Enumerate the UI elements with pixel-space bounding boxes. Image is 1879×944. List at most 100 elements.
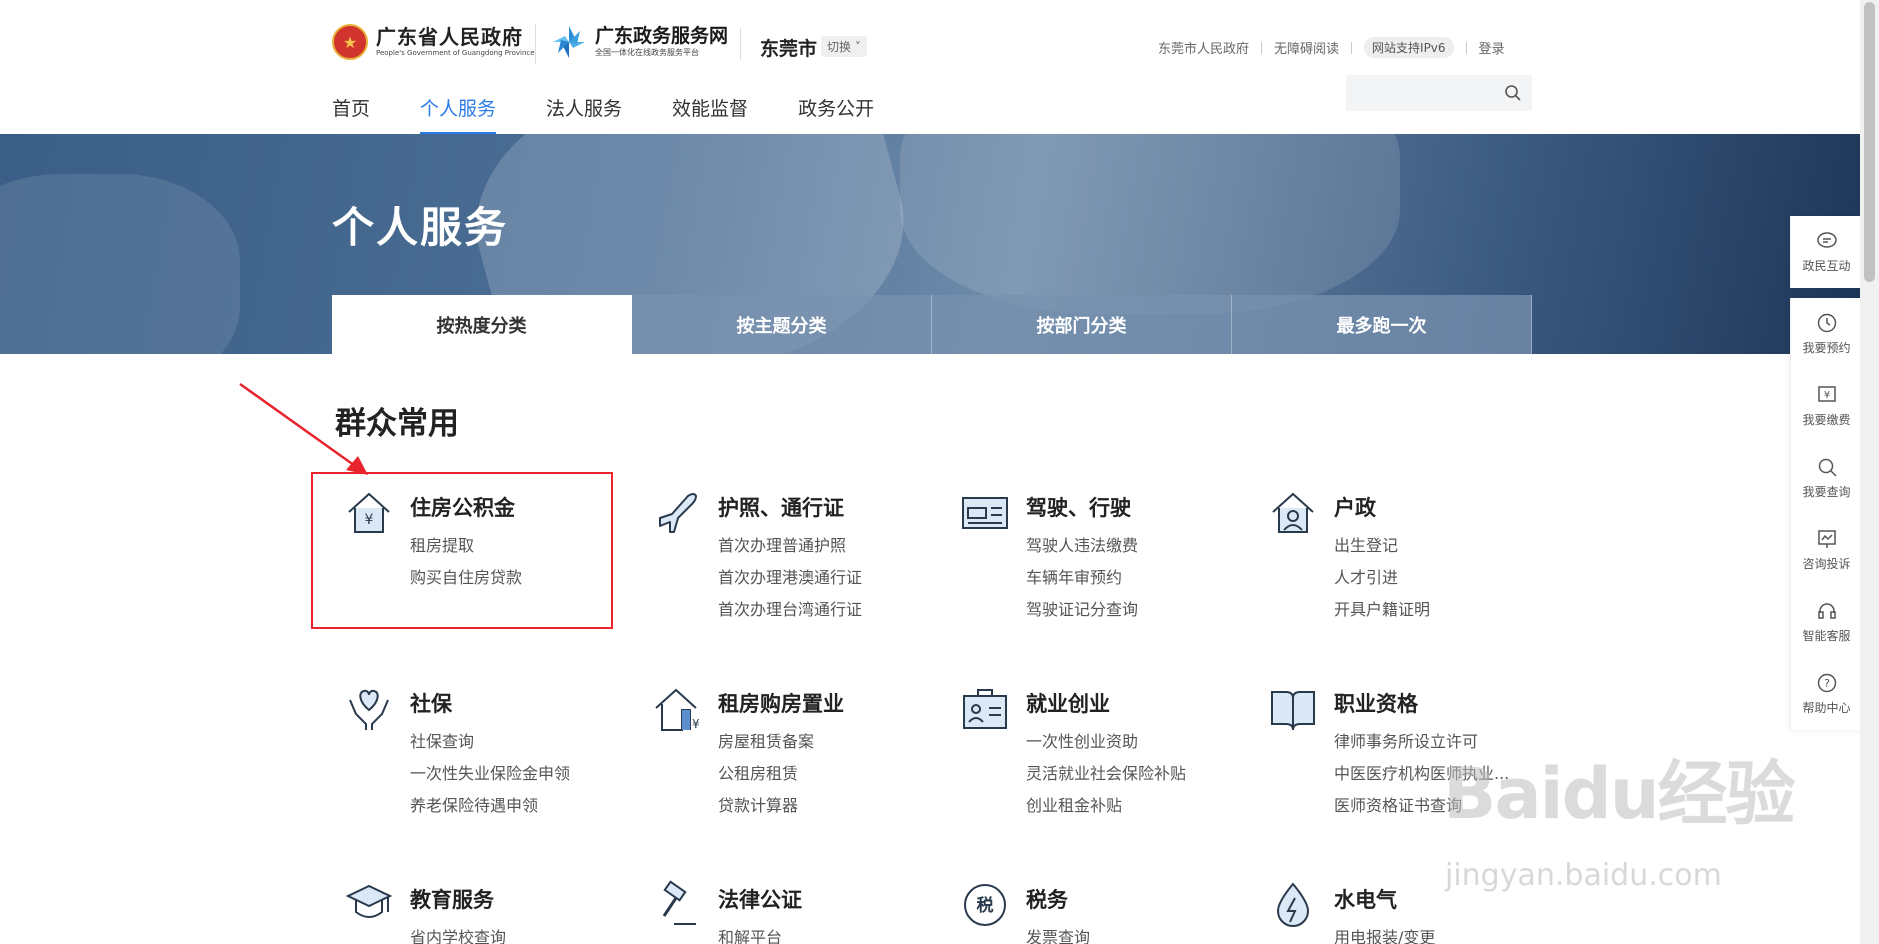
- nav-personal-services[interactable]: 个人服务: [420, 94, 497, 135]
- tab-by-department[interactable]: 按部门分类: [932, 295, 1232, 354]
- service-card-education[interactable]: 教育服务 省内学校查询: [332, 880, 632, 944]
- city-switch-button[interactable]: 切换 ˅: [821, 36, 867, 57]
- baidu-watermark: Baidu经验: [1443, 753, 1796, 835]
- rail-payment[interactable]: ¥ 我要缴费: [1791, 370, 1862, 442]
- floating-sidebar: 政民互动 我要预约 ¥ 我要缴费 我要查询 咨询投诉 智能客服 ? 帮助中心: [1790, 216, 1862, 730]
- car-license-icon: [962, 497, 1008, 529]
- service-link[interactable]: 发票查询: [1026, 924, 1090, 944]
- portal-logo[interactable]: 广东政务服务网 全国一体化在线政务服务平台: [551, 24, 728, 60]
- rail-label: 帮助中心: [1802, 701, 1851, 715]
- portal-subtitle: 全国一体化在线政务服务平台: [595, 48, 699, 57]
- rail-label: 我要缴费: [1802, 413, 1851, 427]
- search-box[interactable]: [1346, 75, 1532, 111]
- gavel-icon: [662, 880, 696, 925]
- hero-banner: 个人服务 按热度分类 按主题分类 按部门分类 最多跑一次: [0, 134, 1860, 354]
- card-title: 水电气: [1334, 888, 1397, 912]
- service-card-tax[interactable]: 税 税务 发票查询: [948, 880, 1248, 944]
- accessible-reading-link[interactable]: 无障碍阅读: [1274, 38, 1339, 57]
- service-link[interactable]: 驾驶人违法缴费: [1026, 532, 1138, 556]
- service-link[interactable]: 灵活就业社会保险补贴: [1026, 760, 1186, 784]
- service-link[interactable]: 房屋租赁备案: [718, 728, 814, 752]
- clock-icon: [1817, 313, 1836, 333]
- scrollbar-thumb[interactable]: [1864, 2, 1875, 282]
- rail-query[interactable]: 我要查询: [1791, 442, 1862, 514]
- chevron-down-icon: ˅: [854, 40, 861, 54]
- service-link[interactable]: 社保查询: [410, 728, 474, 752]
- top-links: 东莞市人民政府 无障碍阅读 网站支持IPv6 登录: [1158, 37, 1505, 58]
- service-link[interactable]: 创业租金补贴: [1026, 792, 1122, 816]
- rail-help[interactable]: ? 帮助中心: [1791, 658, 1862, 730]
- gov-logo[interactable]: ★ 广东省人民政府 People's Government of Guangdo…: [332, 24, 535, 60]
- service-link[interactable]: 开具户籍证明: [1334, 596, 1430, 620]
- rail-label: 咨询投诉: [1802, 557, 1851, 571]
- portal-title: 广东政务服务网: [595, 25, 729, 47]
- card-title: 社保: [410, 692, 452, 716]
- baidu-watermark-url: jingyan.baidu.com: [1445, 858, 1722, 893]
- service-link[interactable]: 一次性创业资助: [1026, 728, 1138, 752]
- house-rent-icon: ¥: [655, 688, 700, 731]
- card-title: 驾驶、行驶: [1026, 496, 1131, 520]
- tab-by-theme[interactable]: 按主题分类: [632, 295, 932, 354]
- open-book-icon: [1271, 691, 1315, 731]
- rail-label: 我要预约: [1802, 341, 1851, 355]
- service-card-housing-rent-buy[interactable]: ¥ 租房购房置业 房屋租赁备案 公租房租赁 贷款计算器: [640, 684, 940, 844]
- login-link[interactable]: 登录: [1479, 38, 1505, 57]
- rail-label: 政民互动: [1802, 259, 1851, 273]
- card-title: 职业资格: [1334, 692, 1418, 716]
- service-link[interactable]: 驾驶证记分查询: [1026, 596, 1138, 620]
- national-emblem-icon: ★: [332, 24, 368, 60]
- service-link[interactable]: 车辆年审预约: [1026, 564, 1122, 588]
- tab-one-trip-max[interactable]: 最多跑一次: [1232, 295, 1532, 354]
- tab-by-popularity[interactable]: 按热度分类: [332, 295, 632, 354]
- banner-decoration: [0, 174, 240, 354]
- gov-logo-subtitle: People's Government of Guangdong Provinc…: [376, 49, 535, 57]
- annotation-arrow: [239, 382, 368, 475]
- heart-hands-icon: [349, 689, 389, 730]
- headset-icon: [1817, 603, 1836, 619]
- service-link[interactable]: 首次办理港澳通行证: [718, 564, 862, 588]
- service-card-employment[interactable]: 就业创业 一次性创业资助 灵活就业社会保险补贴 创业租金补贴: [948, 684, 1248, 844]
- card-title: 教育服务: [410, 888, 494, 912]
- service-link[interactable]: 首次办理台湾通行证: [718, 596, 862, 620]
- rail-smart-service[interactable]: 智能客服: [1791, 586, 1862, 658]
- service-card-social-security[interactable]: 社保 社保查询 一次性失业保险金申领 养老保险待遇申领: [332, 684, 632, 844]
- city-gov-link[interactable]: 东莞市人民政府: [1158, 38, 1249, 57]
- service-link[interactable]: 贷款计算器: [718, 792, 798, 816]
- category-tabs: 按热度分类 按主题分类 按部门分类 最多跑一次: [332, 295, 1532, 354]
- city-divider: [740, 28, 741, 60]
- site-header: ★ 广东省人民政府 People's Government of Guangdo…: [0, 0, 1860, 135]
- service-link[interactable]: 公租房租赁: [718, 760, 798, 784]
- payment-icon: ¥: [1817, 386, 1836, 402]
- nav-corporate-services[interactable]: 法人服务: [546, 94, 622, 135]
- service-link[interactable]: 一次性失业保险金申领: [410, 760, 570, 784]
- rail-appointment[interactable]: 我要预约: [1791, 298, 1862, 370]
- service-link[interactable]: 人才引进: [1334, 564, 1398, 588]
- service-link[interactable]: 用电报装/变更: [1334, 924, 1435, 944]
- water-drop-icon: [1276, 882, 1310, 927]
- service-card-household[interactable]: 户政 出生登记 人才引进 开具户籍证明: [1256, 488, 1556, 648]
- service-link[interactable]: 首次办理普通护照: [718, 532, 846, 556]
- card-title: 租房购房置业: [718, 692, 844, 716]
- service-card-passport[interactable]: 护照、通行证 首次办理普通护照 首次办理港澳通行证 首次办理台湾通行证: [640, 488, 940, 648]
- search-icon: [1818, 458, 1837, 477]
- service-card-legal-notary[interactable]: 法律公证 和解平台: [640, 880, 940, 944]
- service-link[interactable]: 省内学校查询: [410, 924, 506, 944]
- service-card-driving[interactable]: 驾驶、行驶 驾驶人违法缴费 车辆年审预约 驾驶证记分查询: [948, 488, 1248, 648]
- card-title: 税务: [1026, 888, 1068, 912]
- nav-government-affairs[interactable]: 政务公开: [798, 94, 874, 135]
- service-link[interactable]: 和解平台: [718, 924, 782, 944]
- card-title: 就业创业: [1026, 692, 1110, 716]
- rail-interaction[interactable]: 政民互动: [1791, 216, 1862, 288]
- page-scrollbar[interactable]: [1860, 0, 1879, 944]
- chat-bubble-icon: [1816, 232, 1837, 248]
- search-icon[interactable]: [1504, 84, 1522, 102]
- gov-logo-title: 广东省人民政府: [376, 25, 523, 49]
- link-separator: [1465, 41, 1467, 54]
- rail-complaint[interactable]: 咨询投诉: [1791, 514, 1862, 586]
- svg-text:?: ?: [1824, 677, 1830, 690]
- service-link[interactable]: 出生登记: [1334, 532, 1398, 556]
- service-link[interactable]: 养老保险待遇申领: [410, 792, 538, 816]
- logo-divider: [535, 24, 536, 64]
- nav-efficiency-supervision[interactable]: 效能监督: [672, 94, 748, 135]
- nav-home[interactable]: 首页: [332, 94, 370, 135]
